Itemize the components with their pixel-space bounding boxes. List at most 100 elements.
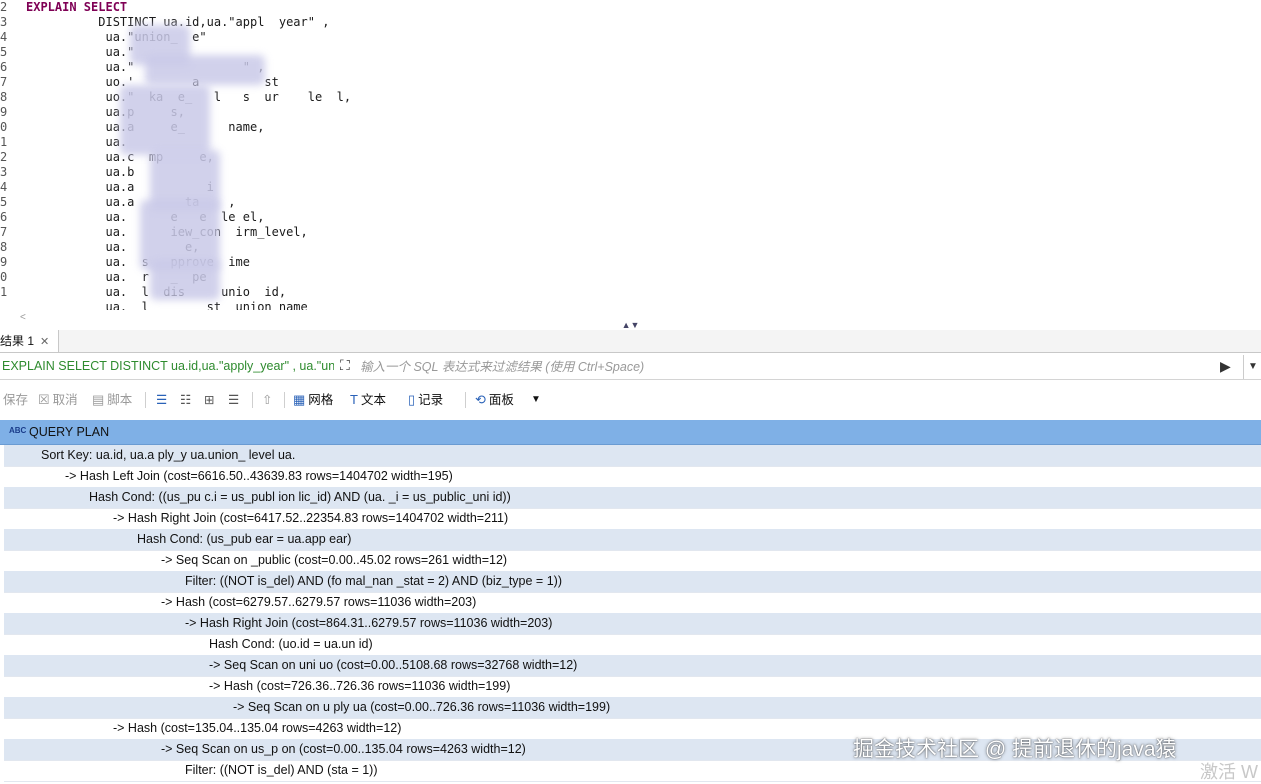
- watermark: 掘金技术社区 @ 提前退休的java猿: [853, 738, 1177, 761]
- script-button[interactable]: ▤ 脚本: [92, 388, 132, 412]
- line-number: 4: [0, 30, 8, 44]
- line-number: 6: [0, 210, 8, 224]
- tab-label: 结果 1: [0, 334, 35, 348]
- expand-icon[interactable]: ⛶: [340, 357, 350, 374]
- query-plan-cell: -> Seq Scan on us_p on (cost=0.00..135.0…: [161, 742, 526, 756]
- query-plan-cell: Filter: ((NOT is_del) AND (fo mal_nan _s…: [185, 574, 562, 588]
- format-icon[interactable]: ☰: [156, 388, 167, 412]
- line-number: 9: [0, 105, 8, 119]
- query-plan-cell: -> Seq Scan on _public (cost=0.00..45.02…: [161, 553, 508, 567]
- cancel-icon: ☒: [38, 392, 50, 407]
- query-plan-cell: Hash Cond: (us_pub ear = ua.app ear): [137, 532, 352, 546]
- table-row[interactable]: -> Hash Right Join (cost=864.31..6279.57…: [4, 613, 1261, 635]
- script-label: 脚本: [107, 393, 133, 407]
- line-number: 1: [0, 135, 8, 149]
- result-toolbar: 保存 ☒ 取消 ▤ 脚本 ☰ ☷ ⊞ ☰ ⇧ ▦ 网格 T 文本 ▯ 记录 ⟲ 面板 ▼: [0, 388, 1261, 412]
- filter-input[interactable]: [358, 357, 1217, 377]
- column-header-query-plan[interactable]: ABC QUERY PLAN: [0, 420, 1261, 445]
- text-type-icon: ABC: [9, 426, 27, 435]
- query-text-label: EXPLAIN SELECT DISTINCT ua.id,ua."apply_…: [2, 359, 334, 373]
- query-plan-cell: Sort Key: ua.id, ua.a ply_y ua.union_ le…: [41, 448, 296, 462]
- run-filter-button[interactable]: ▶: [1220, 358, 1231, 375]
- line-number: 5: [0, 195, 8, 209]
- text-icon: T: [350, 392, 358, 407]
- redaction-blur: [145, 55, 265, 85]
- code-text: ua.: [26, 135, 128, 149]
- delete-row-icon[interactable]: ☰: [228, 388, 239, 412]
- query-plan-cell: -> Hash Right Join (cost=864.31..6279.57…: [185, 616, 553, 630]
- query-plan-cell: -> Seq Scan on uni uo (cost=0.00..5108.6…: [209, 658, 578, 672]
- table-row[interactable]: -> Seq Scan on _public (cost=0.00..45.02…: [4, 550, 1261, 572]
- line-number: 1: [0, 285, 8, 299]
- tab-result-1[interactable]: 结果 1 ✕: [0, 330, 59, 352]
- line-number: 2: [0, 0, 8, 14]
- table-row[interactable]: Hash Cond: (uo.id = ua.un id): [4, 634, 1261, 656]
- column-title: QUERY PLAN: [29, 425, 110, 439]
- grid-label: 网格: [308, 393, 334, 407]
- query-plan-cell: Hash Cond: ((us_pu c.i = us_publ ion lic…: [89, 490, 511, 504]
- table-row[interactable]: Hash Cond: ((us_pu c.i = us_publ ion lic…: [4, 487, 1261, 509]
- refresh-icon: ⟲: [475, 392, 486, 407]
- line-number: 5: [0, 45, 8, 59]
- code-text: ua.": [26, 45, 135, 59]
- line-number: 8: [0, 90, 8, 104]
- table-row[interactable]: Hash Cond: (us_pub ear = ua.app ear): [4, 529, 1261, 551]
- text-view-button[interactable]: T 文本: [350, 388, 386, 412]
- save-label: 保存: [3, 393, 29, 407]
- record-view-button[interactable]: ▯ 记录: [408, 388, 443, 412]
- sql-editor[interactable]: 2 EXPLAIN SELECT 3 DISTINCT ua.id,ua."appl…: [0, 0, 1261, 310]
- query-plan-cell: -> Hash Left Join (cost=6616.50..43639.8…: [65, 469, 453, 483]
- redaction-blur: [120, 85, 210, 155]
- activate-windows-text: 激活 W: [1200, 762, 1258, 782]
- add-row-icon[interactable]: ☷: [180, 388, 191, 412]
- toolbar-divider: [252, 392, 253, 408]
- query-plan-cell: Filter: ((NOT is_del) AND (sta = 1)): [185, 763, 378, 777]
- query-plan-cell: Hash Cond: (uo.id = ua.un id): [209, 637, 373, 651]
- line-number: 9: [0, 255, 8, 269]
- record-label: 记录: [418, 393, 444, 407]
- record-icon: ▯: [408, 392, 416, 407]
- table-row[interactable]: -> Hash Right Join (cost=6417.52..22354.…: [4, 508, 1261, 530]
- query-plan-cell: -> Hash (cost=135.04..135.04 rows=4263 w…: [113, 721, 402, 735]
- grid-icon: ▦: [293, 392, 306, 407]
- filter-bar: EXPLAIN SELECT DISTINCT ua.id,ua."apply_…: [0, 355, 1261, 380]
- cancel-button[interactable]: ☒ 取消: [38, 388, 78, 412]
- table-row[interactable]: Sort Key: ua.id, ua.a ply_y ua.union_ le…: [4, 445, 1261, 467]
- panel-dropdown-icon[interactable]: ▼: [531, 388, 541, 412]
- save-button[interactable]: 保存: [3, 388, 28, 412]
- cancel-label: 取消: [52, 393, 78, 407]
- line-number: 3: [0, 15, 8, 29]
- toolbar-divider: [284, 392, 285, 408]
- line-number: 7: [0, 75, 8, 89]
- line-number: 3: [0, 165, 8, 179]
- text-label: 文本: [360, 393, 386, 407]
- query-plan-cell: -> Hash Right Join (cost=6417.52..22354.…: [113, 511, 509, 525]
- line-number: 7: [0, 225, 8, 239]
- copy-row-icon[interactable]: ⊞: [204, 388, 214, 412]
- table-row[interactable]: -> Seq Scan on uni uo (cost=0.00..5108.6…: [4, 655, 1261, 677]
- line-number: 8: [0, 240, 8, 254]
- query-plan-cell: -> Hash (cost=726.36..726.36 rows=11036 …: [209, 679, 511, 693]
- table-row[interactable]: Filter: ((NOT is_del) AND (sta = 1)): [4, 760, 1261, 782]
- line-number: 0: [0, 120, 8, 134]
- export-icon[interactable]: ⇧: [262, 388, 272, 412]
- code-text: ua.b: [26, 165, 135, 179]
- result-tab-bar: 结果 1 ✕: [0, 330, 1261, 353]
- table-row[interactable]: -> Hash (cost=6279.57..6279.57 rows=1103…: [4, 592, 1261, 614]
- toolbar-divider: [465, 392, 466, 408]
- table-row[interactable]: -> Seq Scan on u ply ua (cost=0.00..726.…: [4, 697, 1261, 719]
- query-plan-cell: -> Seq Scan on u ply ua (cost=0.00..726.…: [233, 700, 611, 714]
- script-icon: ▤: [92, 392, 105, 407]
- line-number: 6: [0, 60, 8, 74]
- toolbar-divider: [145, 392, 146, 408]
- filter-history-dropdown[interactable]: ▼: [1243, 355, 1261, 379]
- panel-button[interactable]: ⟲ 面板: [475, 388, 514, 412]
- panel-splitter[interactable]: ▲▼: [0, 320, 1261, 330]
- grid-view-button[interactable]: ▦ 网格: [293, 388, 333, 412]
- close-icon[interactable]: ✕: [40, 336, 49, 348]
- table-row[interactable]: Filter: ((NOT is_del) AND (fo mal_nan _s…: [4, 571, 1261, 593]
- table-row[interactable]: -> Hash Left Join (cost=6616.50..43639.8…: [4, 466, 1261, 488]
- table-row[interactable]: -> Hash (cost=726.36..726.36 rows=11036 …: [4, 676, 1261, 698]
- line-number: 2: [0, 150, 8, 164]
- line-number: 4: [0, 180, 8, 194]
